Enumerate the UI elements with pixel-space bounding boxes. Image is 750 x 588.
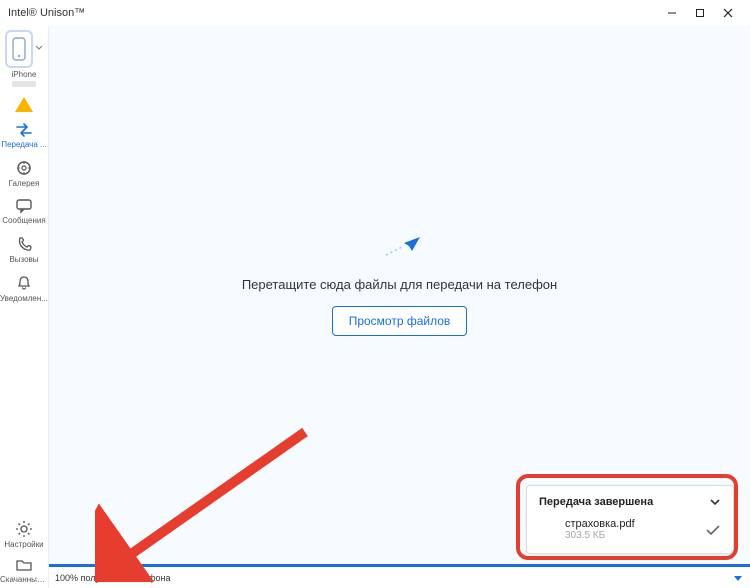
bell-icon <box>15 274 33 292</box>
toast-file-size: 303.5 КБ <box>565 530 705 541</box>
progress-bar <box>49 564 750 567</box>
phone-icon <box>12 37 26 61</box>
toast-file-row: страховка.pdf 303.5 КБ <box>539 518 721 541</box>
chevron-down-icon <box>709 497 721 507</box>
sidebar-item-messages[interactable]: Сообщения <box>0 198 48 225</box>
sidebar-item-label: Скачанные... <box>0 575 48 584</box>
window-maximize-button[interactable] <box>686 3 714 23</box>
window-title: Intel® Unison™ <box>8 7 85 19</box>
folder-icon <box>15 557 33 573</box>
sidebar-item-label: Галерея <box>0 179 48 188</box>
sidebar: iPhone Передача ... Галерея Сообщения <box>0 26 49 588</box>
app-body: iPhone Передача ... Галерея Сообщения <box>0 26 750 588</box>
device-battery-placeholder <box>12 81 36 87</box>
sidebar-item-label: Вызовы <box>0 255 48 264</box>
minimize-icon <box>667 8 677 18</box>
maximize-icon <box>695 8 705 18</box>
status-bar: 100% получено с телефона <box>49 566 750 588</box>
close-icon <box>723 8 733 18</box>
status-expand-button[interactable] <box>732 573 744 583</box>
triangle-down-icon <box>732 573 744 583</box>
toast-file-name: страховка.pdf <box>565 518 705 530</box>
window-close-button[interactable] <box>714 3 742 23</box>
browse-files-button[interactable]: Просмотр файлов <box>332 306 468 336</box>
main-panel: Перетащите сюда файлы для передачи на те… <box>49 26 750 588</box>
sidebar-item-label: Настройки <box>0 540 48 549</box>
transfer-icon <box>15 122 33 138</box>
sidebar-item-downloads[interactable]: Скачанные... <box>0 557 48 584</box>
sidebar-item-gallery[interactable]: Галерея <box>0 159 48 188</box>
file-drop-area[interactable]: Перетащите сюда файлы для передачи на те… <box>49 26 750 542</box>
sidebar-item-label: Передача ... <box>0 140 48 149</box>
transfer-toast[interactable]: Передача завершена страховка.pdf 303.5 К… <box>526 485 734 554</box>
sidebar-item-calls[interactable]: Вызовы <box>0 235 48 264</box>
chevron-down-icon <box>35 44 43 52</box>
sidebar-item-label: Сообщения <box>0 216 48 225</box>
sidebar-item-settings[interactable]: Настройки <box>0 520 48 549</box>
sidebar-item-label: Уведомлен... <box>0 294 48 303</box>
toast-collapse-button[interactable] <box>709 497 721 507</box>
gallery-icon <box>15 159 33 177</box>
status-text: 100% получено с телефона <box>55 573 171 583</box>
paper-plane-icon <box>380 233 420 263</box>
title-bar: Intel® Unison™ <box>0 0 750 26</box>
checkmark-icon <box>705 523 721 537</box>
warning-icon[interactable] <box>15 97 33 112</box>
calls-icon <box>15 235 33 253</box>
sidebar-item-transfer[interactable]: Передача ... <box>0 122 48 149</box>
messages-icon <box>15 198 33 214</box>
device-label: iPhone <box>0 70 48 79</box>
sidebar-item-notifications[interactable]: Уведомлен... <box>0 274 48 303</box>
device-selector[interactable] <box>5 28 43 68</box>
drop-hint-text: Перетащите сюда файлы для передачи на те… <box>242 277 557 292</box>
gear-icon <box>15 520 33 538</box>
toast-title: Передача завершена <box>539 496 653 508</box>
window-minimize-button[interactable] <box>658 3 686 23</box>
